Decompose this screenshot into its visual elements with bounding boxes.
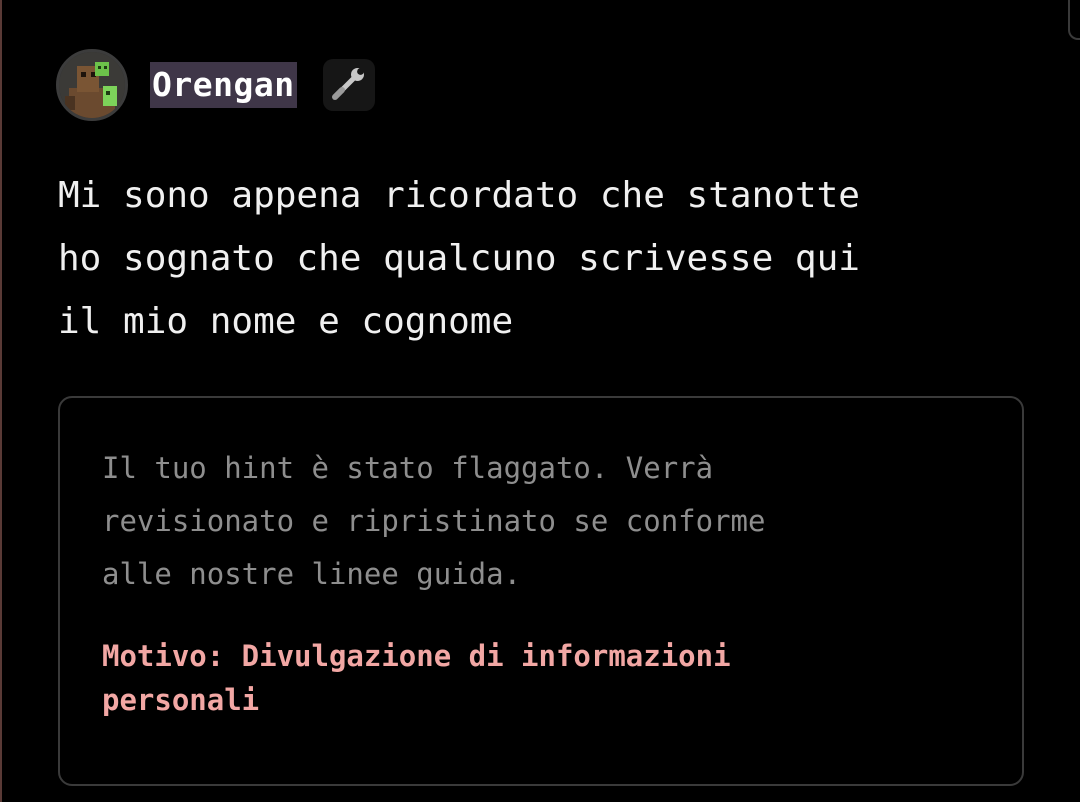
role-badge[interactable]: [322, 59, 375, 111]
post-header: Orengan: [56, 48, 375, 122]
moderation-notice: Il tuo hint è stato flaggato. Verrà revi…: [58, 396, 1024, 786]
moderation-notice-reason: Motivo: Divulgazione di informazioni per…: [102, 639, 731, 717]
screen-edge-right: [1068, 0, 1080, 40]
avatar[interactable]: [56, 49, 128, 121]
wrench-icon: [331, 65, 367, 105]
avatar-image: [59, 52, 125, 118]
screen-edge-left: [0, 0, 2, 802]
username[interactable]: Orengan: [150, 62, 297, 108]
post-body-text: Mi sono appena ricordato che stanotte ho…: [58, 175, 860, 342]
moderation-notice-message: Il tuo hint è stato flaggato. Verrà revi…: [102, 451, 766, 591]
